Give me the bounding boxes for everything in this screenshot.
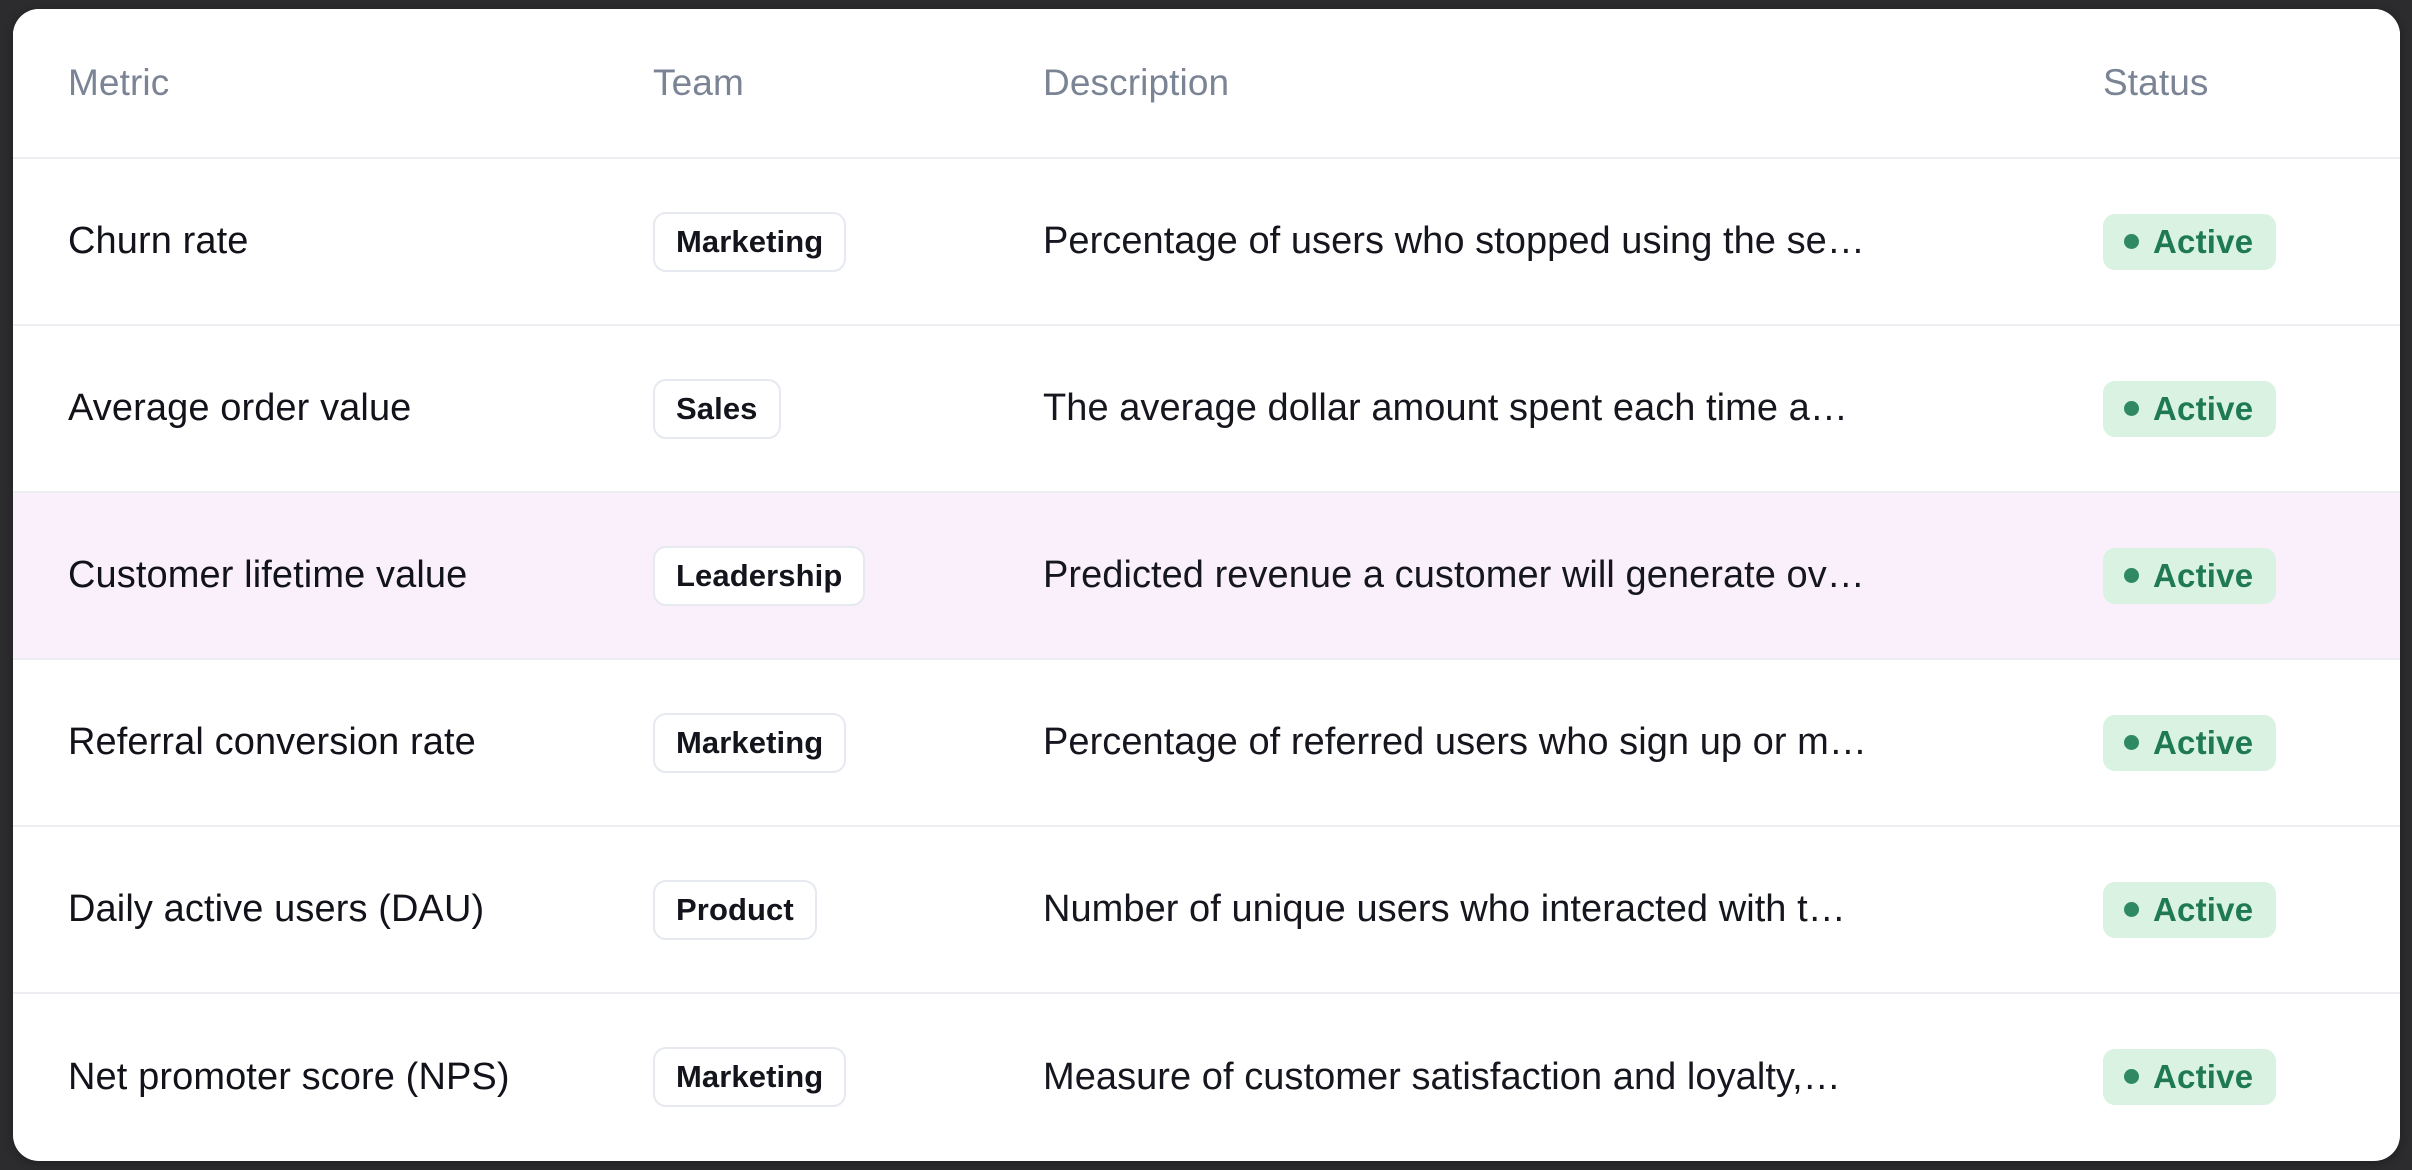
description-cell: Number of unique users who interacted wi…: [1043, 826, 2103, 994]
column-header-metric[interactable]: Metric: [13, 9, 653, 159]
metric-name: Churn rate: [68, 220, 249, 262]
status-cell: Active: [2103, 826, 2400, 994]
description-text: Number of unique users who interacted wi…: [1043, 888, 1846, 930]
metric-name: Daily active users (DAU): [68, 888, 485, 930]
description-cell: The average dollar amount spent each tim…: [1043, 325, 2103, 493]
screen-background: Metric Team Description Status Churn rat…: [0, 0, 2412, 1170]
table-header-row: Metric Team Description Status: [13, 9, 2400, 159]
table-row[interactable]: Churn rate Marketing Percentage of users…: [13, 158, 2400, 326]
status-badge[interactable]: Active: [2103, 881, 2277, 938]
metric-cell: Average order value: [13, 325, 653, 493]
team-cell: Product: [653, 826, 1043, 994]
status-dot-icon: [2124, 734, 2139, 750]
team-cell: Leadership: [653, 492, 1043, 660]
table-row[interactable]: Average order value Sales The average do…: [13, 325, 2400, 493]
status-cell: Active: [2103, 993, 2400, 1160]
status-label: Active: [2153, 556, 2254, 594]
team-chip[interactable]: Marketing: [653, 712, 847, 773]
status-label: Active: [2153, 1058, 2254, 1095]
team-cell: Marketing: [653, 659, 1043, 827]
metric-cell: Daily active users (DAU): [13, 826, 653, 994]
metric-cell: Churn rate: [13, 158, 653, 326]
team-chip[interactable]: Leadership: [653, 545, 866, 606]
team-chip[interactable]: Marketing: [653, 1047, 847, 1107]
table-row[interactable]: Net promoter score (NPS) Marketing Measu…: [13, 993, 2400, 1160]
column-header-description[interactable]: Description: [1043, 9, 2103, 159]
status-badge[interactable]: Active: [2103, 547, 2277, 604]
status-badge[interactable]: Active: [2103, 1049, 2277, 1105]
status-label: Active: [2153, 890, 2254, 928]
description-text: The average dollar amount spent each tim…: [1043, 387, 1848, 429]
description-cell: Measure of customer satisfaction and loy…: [1043, 993, 2103, 1160]
status-cell: Active: [2103, 325, 2400, 493]
status-dot-icon: [2124, 400, 2139, 416]
status-dot-icon: [2124, 901, 2139, 917]
table-header: Metric Team Description Status: [13, 9, 2400, 159]
metric-name: Net promoter score (NPS): [68, 1055, 510, 1098]
metric-cell: Customer lifetime value: [13, 492, 653, 660]
table-row[interactable]: Customer lifetime value Leadership Predi…: [13, 492, 2400, 660]
table-row[interactable]: Referral conversion rate Marketing Perce…: [13, 659, 2400, 827]
status-badge[interactable]: Active: [2103, 714, 2277, 771]
team-chip[interactable]: Marketing: [653, 211, 847, 272]
description-cell: Percentage of referred users who sign up…: [1043, 659, 2103, 827]
status-badge[interactable]: Active: [2103, 380, 2277, 437]
metric-name: Average order value: [68, 387, 412, 429]
metric-cell: Net promoter score (NPS): [13, 993, 653, 1160]
status-label: Active: [2153, 222, 2254, 260]
team-cell: Sales: [653, 325, 1043, 493]
description-cell: Predicted revenue a customer will genera…: [1043, 492, 2103, 660]
team-cell: Marketing: [653, 993, 1043, 1160]
status-badge[interactable]: Active: [2103, 213, 2277, 270]
team-chip[interactable]: Sales: [653, 378, 781, 439]
metric-name: Customer lifetime value: [68, 554, 468, 596]
status-cell: Active: [2103, 492, 2400, 660]
team-cell: Marketing: [653, 158, 1043, 326]
description-text: Measure of customer satisfaction and loy…: [1043, 1055, 1841, 1098]
table-body: Churn rate Marketing Percentage of users…: [13, 158, 2400, 1160]
metrics-table: Metric Team Description Status Churn rat…: [13, 9, 2400, 1160]
status-cell: Active: [2103, 659, 2400, 827]
status-dot-icon: [2124, 1069, 2139, 1084]
metric-name: Referral conversion rate: [68, 721, 476, 763]
table-row[interactable]: Daily active users (DAU) Product Number …: [13, 826, 2400, 994]
column-header-status[interactable]: Status: [2103, 9, 2400, 159]
team-chip[interactable]: Product: [653, 879, 817, 940]
status-dot-icon: [2124, 567, 2139, 583]
metrics-table-card: Metric Team Description Status Churn rat…: [13, 9, 2400, 1161]
description-cell: Percentage of users who stopped using th…: [1043, 158, 2103, 326]
status-label: Active: [2153, 723, 2254, 761]
column-header-team[interactable]: Team: [653, 9, 1043, 159]
status-cell: Active: [2103, 158, 2400, 326]
status-label: Active: [2153, 389, 2254, 427]
description-text: Predicted revenue a customer will genera…: [1043, 554, 1865, 596]
description-text: Percentage of users who stopped using th…: [1043, 220, 1865, 262]
description-text: Percentage of referred users who sign up…: [1043, 721, 1867, 763]
metric-cell: Referral conversion rate: [13, 659, 653, 827]
status-dot-icon: [2124, 233, 2139, 249]
